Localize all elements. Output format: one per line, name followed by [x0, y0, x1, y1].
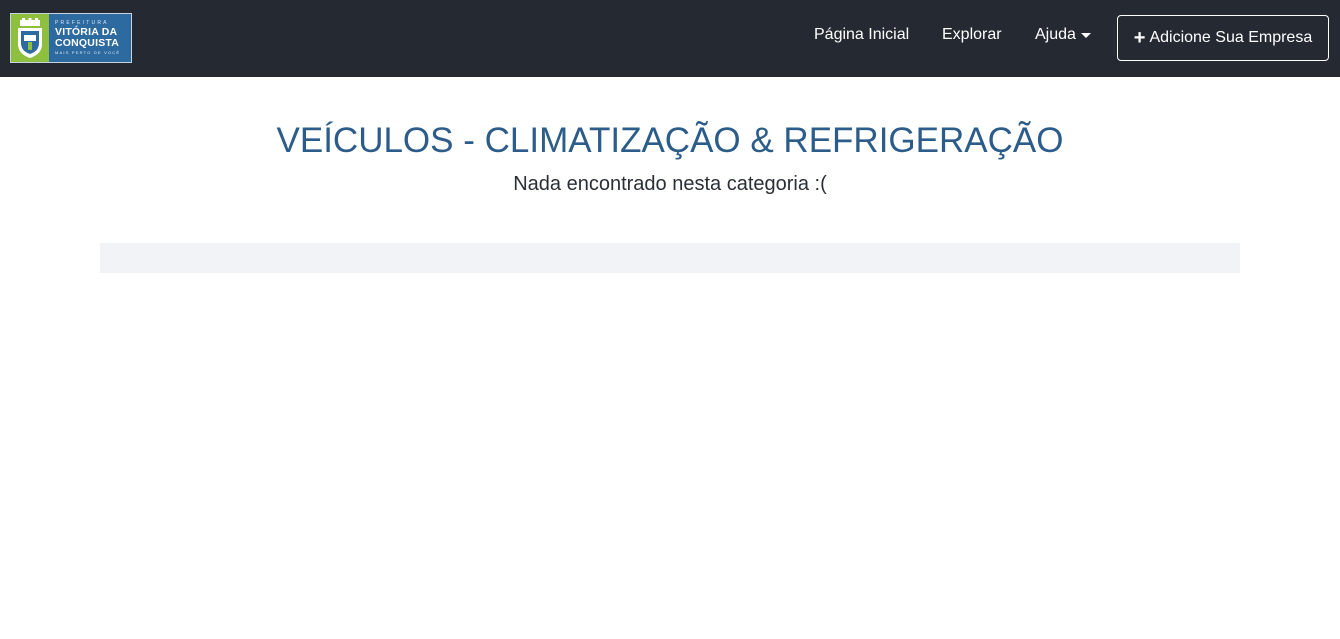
plus-icon: +: [1133, 27, 1146, 49]
logo-city-line2: CONQUISTA: [55, 36, 120, 49]
logo-city-line1: VITÓRIA DA: [55, 25, 118, 38]
page-title: VEÍCULOS - CLIMATIZAÇÃO & REFRIGERAÇÃO: [276, 121, 1064, 160]
nav-home-link[interactable]: Página Inicial: [814, 25, 909, 45]
add-business-label: Adicione Sua Empresa: [1149, 29, 1313, 46]
nav-help-label: Ajuda: [1035, 26, 1076, 43]
results-container: [100, 243, 1240, 273]
top-navbar: PREFEITURA VITÓRIA DA CONQUISTA MAIS PER…: [0, 0, 1340, 77]
add-business-button[interactable]: + Adicione Sua Empresa: [1117, 15, 1329, 61]
nav-explore-link[interactable]: Explorar: [942, 25, 1002, 45]
nav-help-dropdown[interactable]: Ajuda: [1035, 25, 1091, 45]
prefeitura-logo[interactable]: PREFEITURA VITÓRIA DA CONQUISTA MAIS PER…: [10, 13, 132, 63]
logo-text: PREFEITURA VITÓRIA DA CONQUISTA MAIS PER…: [49, 14, 131, 62]
city-crest-icon: [11, 14, 49, 62]
logo-tagline: MAIS PERTO DE VOCÊ: [55, 49, 121, 55]
caret-down-icon: [1080, 32, 1091, 38]
empty-results-message: Nada encontrado nesta categoria :(: [513, 173, 827, 195]
